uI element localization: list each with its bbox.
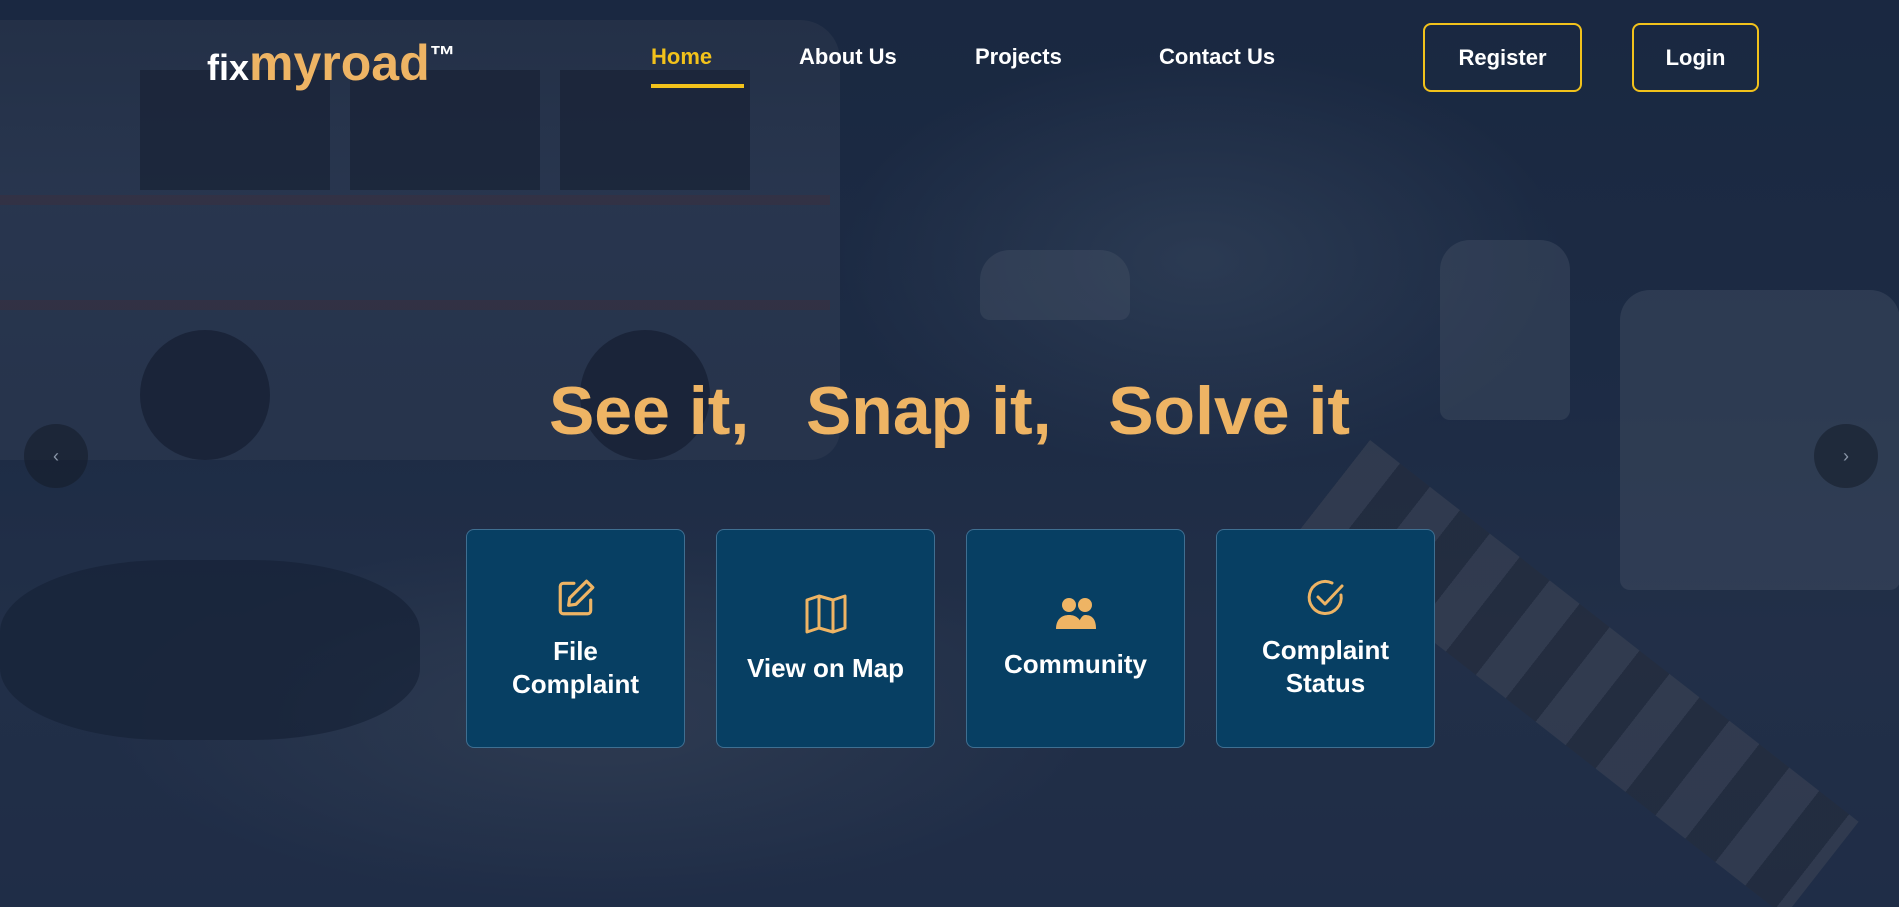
nav-active-underline	[651, 84, 744, 88]
file-complaint-card[interactable]: File Complaint	[466, 529, 685, 748]
brand-logo[interactable]: fixmyroad™	[207, 34, 456, 91]
nav-link-home[interactable]: Home	[651, 44, 712, 70]
register-button[interactable]: Register	[1423, 23, 1582, 92]
chevron-right-icon: ›	[1843, 445, 1849, 466]
nav-link-projects[interactable]: Projects	[975, 44, 1062, 70]
nav-link-contact-us[interactable]: Contact Us	[1159, 44, 1275, 70]
complaint-status-card[interactable]: Complaint Status	[1216, 529, 1435, 748]
view-on-map-card[interactable]: View on Map	[716, 529, 935, 748]
brand-part-fix: fix	[207, 47, 250, 88]
card-label: Community	[1004, 649, 1147, 679]
community-card[interactable]: Community	[966, 529, 1185, 748]
nav-link-about-us[interactable]: About Us	[799, 44, 897, 70]
login-button[interactable]: Login	[1632, 23, 1759, 92]
carousel-prev-button[interactable]: ‹	[24, 424, 88, 488]
users-icon	[1054, 596, 1098, 640]
hero-overlay	[0, 0, 1899, 907]
brand-part-myroad: myroad	[249, 35, 430, 91]
carousel-next-button[interactable]: ›	[1814, 424, 1878, 488]
map-icon	[804, 592, 848, 644]
card-label-line1: File	[553, 635, 598, 666]
chevron-left-icon: ‹	[53, 445, 59, 466]
hero-headline: See it, Snap it, Solve it	[548, 373, 1351, 449]
card-label: View on Map	[747, 653, 904, 683]
card-label-line2: Complaint	[511, 668, 640, 699]
brand-trademark: ™	[429, 40, 456, 70]
check-circle-icon	[1306, 578, 1346, 626]
edit-icon	[555, 577, 597, 627]
card-label-line2: Status	[1285, 667, 1366, 698]
hero-background-image	[0, 0, 1899, 907]
card-label-line1: Complaint	[1261, 634, 1390, 665]
